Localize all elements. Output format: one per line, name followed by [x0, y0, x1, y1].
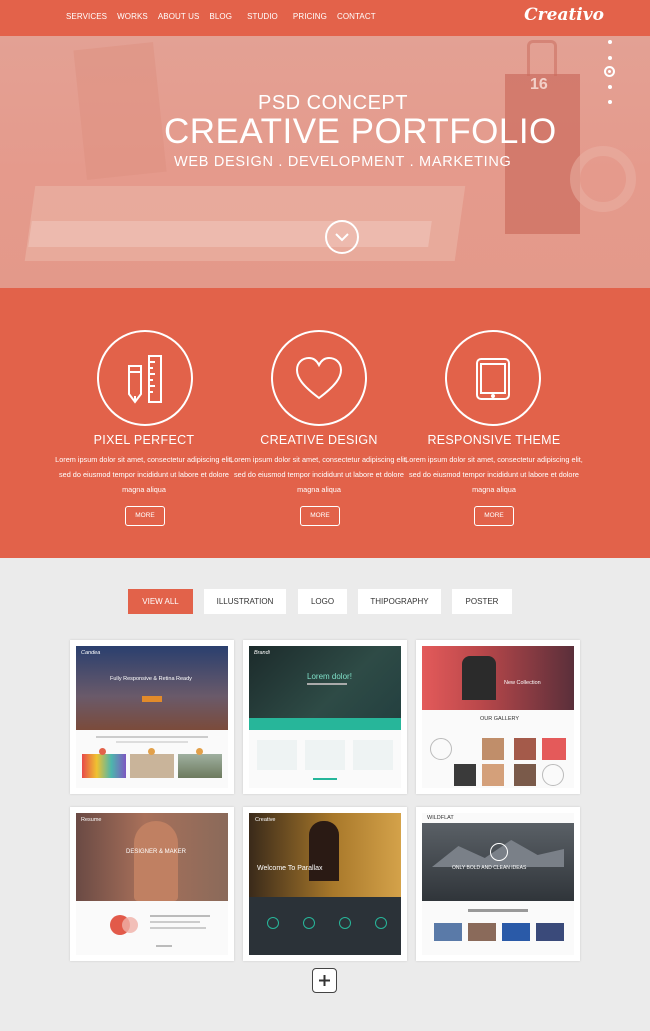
- slider-dot-3[interactable]: [604, 66, 615, 77]
- scroll-down-button[interactable]: [325, 220, 359, 254]
- hero-bg-book: [73, 42, 167, 180]
- nav-blog[interactable]: BLOG: [209, 12, 232, 21]
- thumb-headline: DESIGNER & MAKER: [126, 849, 187, 855]
- hero-slider-dots: [604, 36, 616, 112]
- more-button[interactable]: MORE: [300, 506, 340, 526]
- thumb-headline: Welcome To Parallax: [257, 865, 323, 872]
- feature-creative-design: CREATIVE DESIGN Lorem ipsum dolor sit am…: [229, 288, 409, 558]
- hero-bg-cup: [570, 146, 636, 212]
- nav-studio[interactable]: STUDIO: [247, 12, 278, 21]
- nav-contact[interactable]: CONTACT: [337, 12, 376, 21]
- heart-icon: [295, 356, 343, 400]
- portfolio-item-1[interactable]: Candea Fully Responsive & Retina Ready: [70, 640, 234, 794]
- feature-text: Lorem ipsum dolor sit amet, consectetur …: [230, 455, 408, 494]
- portfolio-item-2[interactable]: Brandi Lorem dolor!: [243, 640, 407, 794]
- portfolio-thumbnail: Brandi Lorem dolor!: [249, 646, 401, 788]
- portfolio-thumbnail: New Collection OUR GALLERY: [422, 646, 574, 788]
- portfolio-item-5[interactable]: Creative Welcome To Parallax: [243, 807, 407, 961]
- nav-services[interactable]: SERVICES: [66, 12, 107, 21]
- portfolio-thumbnail: Resume DESIGNER & MAKER: [76, 813, 228, 955]
- more-button[interactable]: MORE: [474, 506, 514, 526]
- thumb-brand: Resume: [81, 817, 102, 823]
- thumb-headline: Lorem dolor!: [307, 672, 352, 681]
- more-button[interactable]: MORE: [125, 506, 165, 526]
- thumb-headline: Fully Responsive & Retina Ready: [110, 676, 192, 682]
- portfolio-thumbnail: WILDFLAT ONLY BOLD AND CLEAN IDEAS: [422, 813, 574, 955]
- thumb-headline: New Collection: [504, 680, 541, 686]
- filter-view-all[interactable]: VIEW ALL: [128, 589, 193, 614]
- hero-bg-bag: [505, 74, 580, 234]
- nav-works[interactable]: WORKS: [117, 12, 148, 21]
- thumb-brand: WILDFLAT: [427, 815, 454, 821]
- hero-bg-bag-handle: [527, 40, 557, 76]
- nav-about-us[interactable]: ABOUT US: [158, 12, 200, 21]
- thumb-brand: Candea: [81, 650, 101, 656]
- filter-illustration[interactable]: ILLUSTRATION: [204, 589, 286, 614]
- feature-text: Lorem ipsum dolor sit amet, consectetur …: [55, 455, 233, 494]
- feature-title: RESPONSIVE THEME: [427, 433, 561, 447]
- portfolio-item-3[interactable]: New Collection OUR GALLERY: [416, 640, 580, 794]
- portfolio-item-4[interactable]: Resume DESIGNER & MAKER: [70, 807, 234, 961]
- load-more-button[interactable]: [312, 968, 337, 993]
- hero-bg-keyboard: [28, 221, 432, 247]
- slider-dot-5[interactable]: [608, 100, 612, 104]
- hero-bg-number: 16: [530, 76, 548, 93]
- main-nav: SERVICES WORKS ABOUT US BLOG STUDIO PRIC…: [66, 12, 386, 21]
- plus-icon: [319, 975, 330, 986]
- feature-title: PIXEL PERFECT: [93, 433, 195, 447]
- filter-thipography[interactable]: THIPOGRAPHY: [358, 589, 441, 614]
- pencil-ruler-icon: [128, 355, 162, 404]
- feature-icon-circle: [271, 330, 367, 426]
- feature-pixel-perfect: PIXEL PERFECT Lorem ipsum dolor sit amet…: [54, 288, 234, 558]
- tablet-icon: [476, 358, 510, 400]
- thumb-brand: Brandi: [254, 650, 270, 656]
- feature-title: CREATIVE DESIGN: [260, 433, 378, 447]
- portfolio-item-6[interactable]: WILDFLAT ONLY BOLD AND CLEAN IDEAS: [416, 807, 580, 961]
- portfolio-thumbnail: Candea Fully Responsive & Retina Ready: [76, 646, 228, 788]
- feature-responsive-theme: RESPONSIVE THEME Lorem ipsum dolor sit a…: [404, 288, 584, 558]
- thumb-headline: ONLY BOLD AND CLEAN IDEAS: [452, 865, 527, 871]
- top-navbar: SERVICES WORKS ABOUT US BLOG STUDIO PRIC…: [0, 0, 650, 36]
- hero-title: CREATIVE PORTFOLIO: [164, 112, 557, 151]
- filter-logo[interactable]: LOGO: [298, 589, 347, 614]
- portfolio-filter-bar: VIEW ALL ILLUSTRATION LOGO THIPOGRAPHY P…: [0, 589, 650, 614]
- thumb-brand: Creative: [255, 817, 276, 823]
- features-section: PIXEL PERFECT Lorem ipsum dolor sit amet…: [0, 288, 650, 558]
- filter-poster[interactable]: POSTER: [452, 589, 512, 614]
- thumb-brand: OUR GALLERY: [480, 716, 520, 722]
- hero-section: 16 PSD CONCEPT CREATIVE PORTFOLIO WEB DE…: [0, 36, 650, 288]
- slider-dot-4[interactable]: [608, 85, 612, 89]
- feature-icon-circle: [445, 330, 541, 426]
- hero-subtitle: WEB DESIGN . DEVELOPMENT . MARKETING: [174, 154, 512, 170]
- nav-pricing[interactable]: PRICING: [293, 12, 327, 21]
- slider-dot-2[interactable]: [608, 56, 612, 60]
- feature-icon-circle: [97, 330, 193, 426]
- chevron-down-icon: [335, 233, 349, 242]
- site-logo[interactable]: Creativo: [524, 5, 604, 25]
- portfolio-thumbnail: Creative Welcome To Parallax: [249, 813, 401, 955]
- slider-dot-1[interactable]: [608, 40, 612, 44]
- feature-text: Lorem ipsum dolor sit amet, consectetur …: [405, 455, 583, 494]
